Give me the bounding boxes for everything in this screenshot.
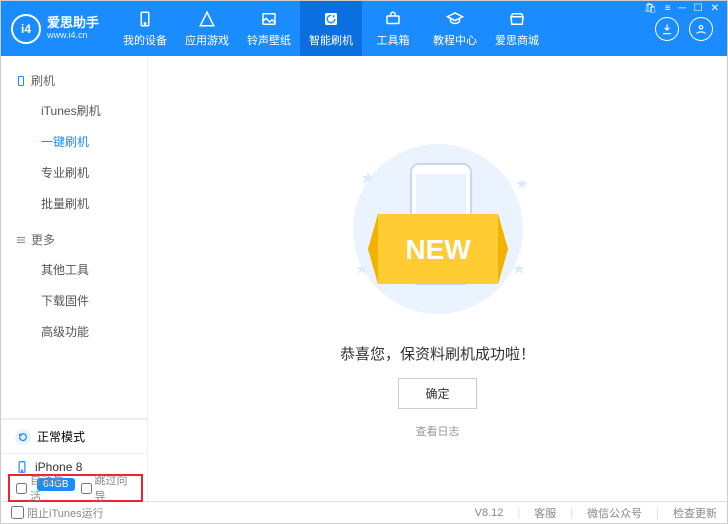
sidebar-item-batch-flash[interactable]: 批量刷机 [1,188,147,219]
minimize-button[interactable]: ─ [677,3,688,14]
view-log-link[interactable]: 查看日志 [416,423,460,439]
sidebar-item-download-fw[interactable]: 下载固件 [1,285,147,316]
nav-toolbox[interactable]: 工具箱 [362,1,424,56]
wechat-link[interactable]: 微信公众号 [587,505,642,521]
phone-icon [136,10,154,28]
apps-icon [198,10,216,28]
refresh-icon [322,10,340,28]
sidebar: 刷机 iTunes刷机 一键刷机 专业刷机 批量刷机 更多 其他工具 下载固件 … [1,56,148,501]
sidebar-item-advanced[interactable]: 高级功能 [1,316,147,347]
download-button[interactable] [655,17,679,41]
sidebar-item-oneclick-flash[interactable]: 一键刷机 [1,126,147,157]
highlighted-options-box: 自动激活 跳过向导 [8,474,143,502]
ok-button[interactable]: 确定 [398,378,476,409]
auto-activate-checkbox[interactable]: 自动激活 [16,472,71,504]
brand-name: 爱思助手 [47,16,99,30]
maximize-button[interactable]: ☐ [692,3,705,14]
success-message: 恭喜您，保资料刷机成功啦！ [340,343,535,364]
device-mode-row[interactable]: 正常模式 [1,419,147,453]
block-itunes-checkbox[interactable]: 阻止iTunes运行 [11,505,104,521]
system-buttons: 🛍 ≡ ─ ☐ ✕ [642,3,721,14]
app-logo[interactable]: i4 爱思助手 www.i4.cn [11,14,99,44]
nav-ringtones[interactable]: 铃声壁纸 [238,1,300,56]
sidebar-item-itunes-flash[interactable]: iTunes刷机 [1,95,147,126]
check-update-link[interactable]: 检查更新 [673,505,717,521]
picture-icon [260,10,278,28]
support-link[interactable]: 客服 [534,505,556,521]
main-nav: 我的设备 应用游戏 铃声壁纸 智能刷机 工具箱 教程中心 爱思商城 [114,1,655,56]
nav-store[interactable]: 爱思商城 [486,1,548,56]
user-button[interactable] [689,17,713,41]
nav-my-device[interactable]: 我的设备 [114,1,176,56]
ribbon-new-text: NEW [405,234,471,265]
sidebar-section-more: 更多 [1,225,147,254]
app-header: 🛍 ≡ ─ ☐ ✕ i4 爱思助手 www.i4.cn 我的设备 应用游戏 铃声… [1,1,727,56]
nav-apps-games[interactable]: 应用游戏 [176,1,238,56]
sidebar-item-other-tools[interactable]: 其他工具 [1,254,147,285]
sidebar-item-pro-flash[interactable]: 专业刷机 [1,157,147,188]
success-illustration: NEW [308,119,568,329]
brand-url: www.i4.cn [47,31,99,41]
graduation-icon [446,10,464,28]
menu-icon[interactable]: ≡ [663,3,673,14]
toolbox-icon [384,10,402,28]
nav-smart-flash[interactable]: 智能刷机 [300,1,362,56]
close-button[interactable]: ✕ [709,3,721,14]
menu-list-icon [15,234,27,246]
phone-outline-icon [15,75,27,87]
logo-icon: i4 [11,14,41,44]
refresh-small-icon [15,429,31,445]
nav-tutorials[interactable]: 教程中心 [424,1,486,56]
version-label: V8.12 [475,507,504,519]
status-bar: 阻止iTunes运行 V8.12 | 客服 | 微信公众号 | 检查更新 [1,501,727,523]
content-pane: NEW 恭喜您，保资料刷机成功啦！ 确定 查看日志 [148,56,727,501]
store-icon [508,10,526,28]
sidebar-section-flash: 刷机 [1,66,147,95]
cart-icon[interactable]: 🛍 [642,3,659,14]
main-area: 刷机 iTunes刷机 一键刷机 专业刷机 批量刷机 更多 其他工具 下载固件 … [1,56,727,501]
skip-setup-checkbox[interactable]: 跳过向导 [81,472,136,504]
